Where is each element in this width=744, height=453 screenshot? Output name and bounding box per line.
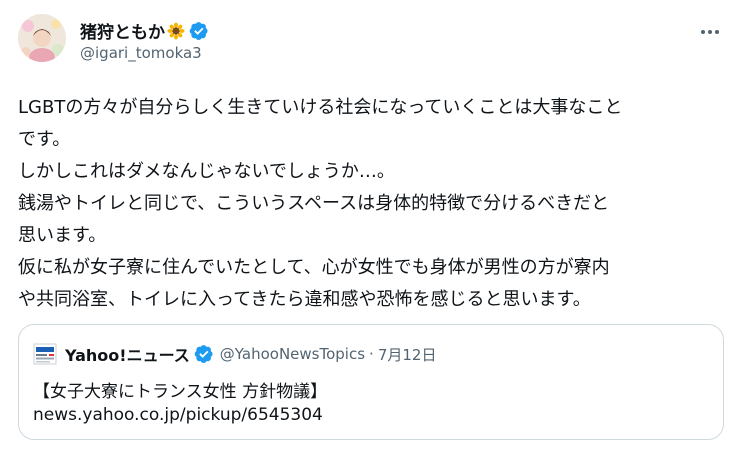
quote-author-handle[interactable]: @YahooNewsTopics	[220, 345, 365, 363]
tweet-line: 仮に私が女子寮に住んでいたとして、心が女性でも身体が男性の方が寮内	[18, 257, 610, 278]
tweet-line: 銭湯やトイレと同じで、こういうスペースは身体的特徴で分けるべきだと	[18, 193, 610, 214]
tweet-line: 思います。	[18, 225, 107, 246]
tweet-line: しかしこれはダメなんじゃないでしょうか…。	[18, 161, 395, 182]
quoted-tweet-card[interactable]: Yahoo!ニュース @YahooNewsTopics · 7月12日 【女子大…	[18, 324, 724, 440]
sunflower-icon	[167, 21, 185, 40]
display-name[interactable]: 猪狩ともか	[80, 18, 165, 43]
tweet-text: LGBTの方々が自分らしく生きていける社会になっていくことは大事なこと です。 …	[18, 92, 726, 316]
tweet-line: や共同浴室、トイレに入ってきたら違和感や恐怖を感じると思います。	[18, 289, 591, 310]
verified-badge-icon[interactable]	[189, 21, 209, 41]
quote-header: Yahoo!ニュース @YahooNewsTopics · 7月12日	[33, 343, 436, 365]
tweet-header: 猪狩ともか @igari_tomoka3	[18, 14, 726, 66]
separator-dot: ·	[369, 345, 374, 363]
quote-date[interactable]: 7月12日	[378, 344, 437, 365]
verified-badge-icon[interactable]	[194, 344, 214, 364]
quote-author-name[interactable]: Yahoo!ニュース	[65, 342, 190, 366]
name-row: 猪狩ともか	[80, 18, 209, 43]
quote-link[interactable]: news.yahoo.co.jp/pickup/6545304	[33, 405, 323, 425]
yahoo-news-logo	[33, 343, 57, 365]
author-handle[interactable]: @igari_tomoka3	[80, 44, 202, 62]
tweet-line: です。	[18, 129, 71, 150]
avatar[interactable]	[18, 14, 66, 62]
more-options-icon[interactable]	[698, 22, 722, 42]
tweet-line: LGBTの方々が自分らしく生きていける社会になっていくことは大事なこと	[18, 97, 623, 118]
quote-headline: 【女子大寮にトランス女性 方針物議】	[33, 382, 328, 402]
avatar-image	[18, 14, 66, 62]
